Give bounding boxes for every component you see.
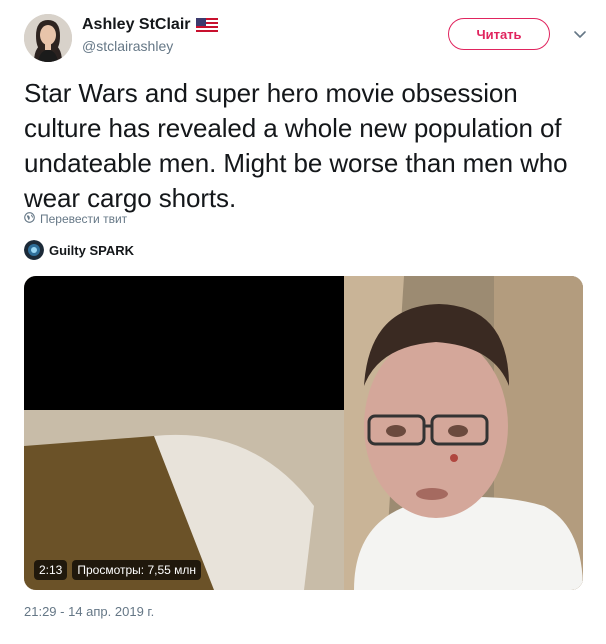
source-logo-icon [24, 240, 44, 260]
video-duration: 2:13 [34, 560, 68, 580]
us-flag-icon [196, 18, 219, 32]
video-views: Просмотры: 7,55 млн [72, 560, 202, 580]
translate-label[interactable]: Перевести твит [40, 212, 127, 226]
video-frame [24, 276, 583, 590]
author-display-name-row[interactable]: Ashley StClair [82, 16, 219, 34]
chevron-down-icon[interactable] [572, 26, 588, 42]
author-info: Ashley StClair @stclairashley [82, 16, 219, 54]
follow-button[interactable]: Читать [448, 18, 550, 50]
avatar[interactable] [24, 14, 72, 62]
globe-icon [24, 212, 35, 226]
tweet-header: Ashley StClair @stclairashley Читать [24, 14, 588, 62]
video-source[interactable]: Guilty SPARK [24, 240, 134, 260]
author-display-name[interactable]: Ashley StClair [82, 16, 190, 34]
tweet-timestamp[interactable]: 21:29 - 14 апр. 2019 г. [24, 604, 154, 619]
author-handle[interactable]: @stclairashley [82, 38, 218, 54]
video-overlay: 2:13 Просмотры: 7,55 млн [34, 560, 202, 580]
translate-link[interactable]: Перевести твит [24, 212, 127, 226]
video-player[interactable]: 2:13 Просмотры: 7,55 млн [24, 276, 583, 590]
source-name[interactable]: Guilty SPARK [49, 243, 134, 258]
tweet-text: Star Wars and super hero movie obsession… [24, 78, 568, 213]
